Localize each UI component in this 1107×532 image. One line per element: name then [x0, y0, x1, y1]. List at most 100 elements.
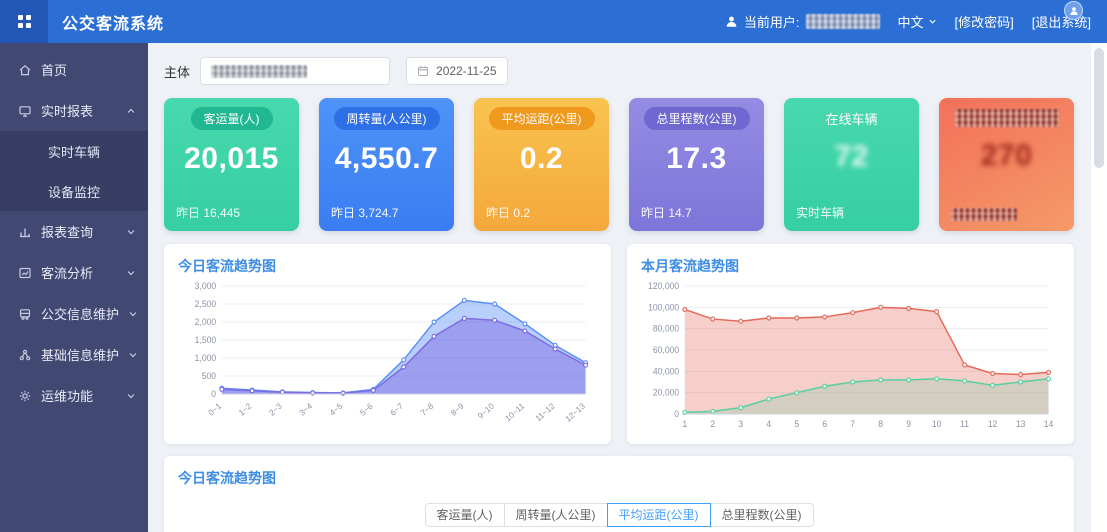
chevron-down-icon: [126, 391, 136, 401]
stat-card-online-vehicles: 在线车辆 72 实时车辆: [784, 98, 919, 231]
stat-value: 20,015: [164, 142, 299, 176]
tab-passenger-volume[interactable]: 客运量(人): [425, 503, 505, 527]
metric-tab-group: 客运量(人) 周转量(人公里) 平均运距(公里) 总里程数(公里): [178, 503, 1060, 527]
svg-text:7~8: 7~8: [418, 400, 435, 417]
month-trend-chart: 020,00040,00060,00080,000100,000120,0001…: [641, 278, 1060, 436]
svg-text:8: 8: [878, 419, 883, 429]
svg-text:6~7: 6~7: [388, 400, 405, 417]
current-user-label: 当前用户:: [744, 12, 800, 31]
subject-value-redacted: [211, 65, 307, 78]
sidebar-item-label: 运维功能: [41, 386, 117, 405]
current-user: 当前用户:: [725, 12, 880, 31]
subject-input[interactable]: [200, 57, 390, 85]
sidebar-item-report-query[interactable]: 报表查询: [0, 211, 148, 252]
svg-text:7: 7: [850, 419, 855, 429]
chevron-down-icon: [128, 350, 138, 360]
stat-badge: 平均运距(公里): [489, 107, 595, 130]
app-menu-button[interactable]: [0, 0, 48, 43]
sidebar-nav: 首页 实时报表 实时车辆 设备监控 报表查询 客流分析 公交信息维护 基础信息维…: [0, 43, 148, 532]
svg-text:3~4: 3~4: [297, 400, 314, 417]
gear-icon: [18, 389, 32, 403]
panel-title: 今日客流趋势图: [178, 256, 597, 276]
scrollbar-thumb[interactable]: [1094, 48, 1104, 168]
stat-value: 17.3: [629, 142, 764, 176]
svg-text:2: 2: [710, 419, 715, 429]
svg-text:500: 500: [202, 371, 216, 381]
stat-footer: 昨日 14.7: [641, 204, 692, 221]
stat-value: 0.2: [474, 142, 609, 176]
stat-footer: 昨日 0.2: [486, 204, 530, 221]
svg-text:0~1: 0~1: [206, 400, 223, 417]
sidebar-item-realtime-reports[interactable]: 实时报表: [0, 90, 148, 131]
svg-text:12~13: 12~13: [563, 400, 587, 423]
sidebar-item-realtime-vehicles[interactable]: 实时车辆: [0, 131, 148, 171]
submenu-realtime-reports: 实时车辆 设备监控: [0, 131, 148, 211]
svg-text:9~10: 9~10: [476, 400, 496, 420]
svg-text:1,000: 1,000: [195, 353, 217, 363]
change-password-button[interactable]: [修改密码]: [955, 12, 1014, 31]
svg-text:11: 11: [960, 419, 969, 429]
sidebar-item-basic-info-maintenance[interactable]: 基础信息维护: [0, 334, 148, 375]
main-content: 主体 2022-11-25 客运量(人) 20,015 昨日 16,445 周转…: [148, 43, 1090, 532]
bus-icon: [18, 307, 32, 321]
sidebar-item-device-monitoring[interactable]: 设备监控: [0, 171, 148, 211]
stat-card-total-mileage: 总里程数(公里) 17.3 昨日 14.7: [629, 98, 764, 231]
svg-text:0: 0: [674, 409, 679, 419]
svg-text:3,000: 3,000: [195, 281, 217, 291]
sidebar-item-passenger-analysis[interactable]: 客流分析: [0, 252, 148, 293]
panel-today-trend: 今日客流趋势图 05001,0001,5002,0002,5003,0000~1…: [164, 244, 611, 444]
stat-card-redacted: 270: [939, 98, 1074, 231]
user-icon: [725, 15, 738, 28]
panel-today-trend-bottom: 今日客流趋势图 客运量(人) 周转量(人公里) 平均运距(公里) 总里程数(公里…: [164, 456, 1074, 532]
date-value: 2022-11-25: [436, 64, 497, 78]
panel-title: 本月客流趋势图: [641, 256, 1060, 276]
stat-footer: 昨日 3,724.7: [331, 204, 398, 221]
chevron-down-icon: [126, 268, 136, 278]
avatar[interactable]: [1064, 1, 1083, 20]
today-trend-chart: 05001,0001,5002,0002,5003,0000~11~22~33~…: [178, 278, 597, 436]
logout-button[interactable]: [退出系统]: [1032, 12, 1091, 31]
svg-text:4~5: 4~5: [328, 400, 345, 417]
stat-badge: 周转量(人公里): [334, 107, 440, 130]
date-picker[interactable]: 2022-11-25: [406, 57, 508, 85]
svg-text:20,000: 20,000: [653, 387, 679, 397]
svg-text:3: 3: [738, 419, 743, 429]
svg-text:2,500: 2,500: [195, 299, 217, 309]
svg-text:12: 12: [988, 419, 998, 429]
monitor-icon: [18, 104, 32, 118]
stat-cards-row: 客运量(人) 20,015 昨日 16,445 周转量(人公里) 4,550.7…: [164, 98, 1074, 231]
bar-chart-icon: [18, 225, 32, 239]
svg-text:2~3: 2~3: [267, 400, 284, 417]
tab-avg-distance[interactable]: 平均运距(公里): [607, 503, 711, 527]
chevron-down-icon: [126, 227, 136, 237]
nodes-icon: [18, 348, 32, 362]
svg-text:1: 1: [682, 419, 687, 429]
tab-total-mileage[interactable]: 总里程数(公里): [710, 503, 814, 527]
sidebar-item-bus-info-maintenance[interactable]: 公交信息维护: [0, 293, 148, 334]
chevron-up-icon: [126, 106, 136, 116]
scrollbar-track[interactable]: [1090, 43, 1107, 532]
svg-text:10: 10: [932, 419, 942, 429]
user-icon: [1069, 6, 1079, 16]
stat-footer: 昨日 16,445: [176, 204, 240, 221]
svg-text:8~9: 8~9: [449, 400, 466, 417]
sidebar-item-home[interactable]: 首页: [0, 49, 148, 90]
tab-turnover[interactable]: 周转量(人公里): [504, 503, 608, 527]
svg-text:1,500: 1,500: [195, 335, 217, 345]
stat-title: 在线车辆: [784, 109, 919, 128]
svg-text:14: 14: [1044, 419, 1054, 429]
subject-label: 主体: [164, 62, 190, 81]
svg-text:100,000: 100,000: [648, 302, 679, 312]
language-dropdown[interactable]: 中文: [898, 12, 937, 31]
panel-title: 今日客流趋势图: [178, 468, 1060, 488]
svg-text:60,000: 60,000: [653, 345, 679, 355]
svg-text:4: 4: [766, 419, 771, 429]
stat-card-passenger-volume: 客运量(人) 20,015 昨日 16,445: [164, 98, 299, 231]
stat-badge: 总里程数(公里): [644, 107, 750, 130]
sidebar-item-label: 首页: [41, 60, 136, 79]
stat-title-redacted: [955, 109, 1059, 127]
sidebar-item-label: 客流分析: [41, 263, 117, 282]
sidebar-item-ops-functions[interactable]: 运维功能: [0, 375, 148, 416]
stat-value: 4,550.7: [319, 142, 454, 176]
current-user-name-redacted: [806, 14, 880, 29]
